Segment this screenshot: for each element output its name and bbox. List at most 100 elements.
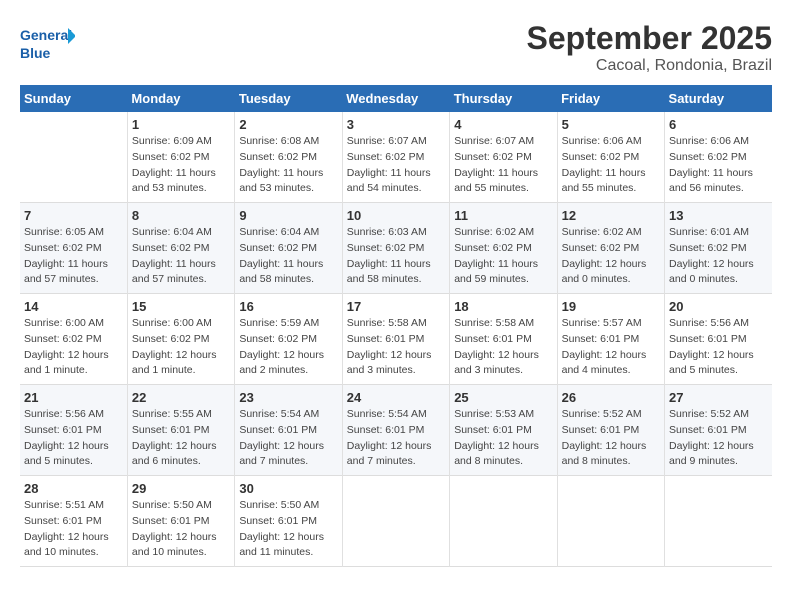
calendar-cell-w3-d0: 14 Sunrise: 6:00 AM Sunset: 6:02 PM Dayl… [20, 294, 127, 385]
calendar-cell-w3-d6: 20 Sunrise: 5:56 AM Sunset: 6:01 PM Dayl… [665, 294, 772, 385]
calendar-cell-w5-d5 [557, 476, 664, 567]
calendar-cell-w2-d1: 8 Sunrise: 6:04 AM Sunset: 6:02 PM Dayli… [127, 203, 234, 294]
header-wednesday: Wednesday [342, 85, 449, 112]
day-number: 26 [562, 390, 660, 405]
day-info: Sunrise: 6:02 AM Sunset: 6:02 PM Dayligh… [562, 225, 660, 288]
page-header: General Blue September 2025 Cacoal, Rond… [20, 20, 772, 75]
day-info: Sunrise: 6:00 AM Sunset: 6:02 PM Dayligh… [132, 316, 230, 379]
calendar-cell-w4-d3: 24 Sunrise: 5:54 AM Sunset: 6:01 PM Dayl… [342, 385, 449, 476]
header-monday: Monday [127, 85, 234, 112]
header-friday: Friday [557, 85, 664, 112]
day-info: Sunrise: 6:00 AM Sunset: 6:02 PM Dayligh… [24, 316, 123, 379]
calendar-cell-w2-d5: 12 Sunrise: 6:02 AM Sunset: 6:02 PM Dayl… [557, 203, 664, 294]
day-number: 25 [454, 390, 552, 405]
logo: General Blue [20, 20, 75, 70]
day-number: 29 [132, 481, 230, 496]
day-number: 16 [239, 299, 337, 314]
day-number: 5 [562, 117, 660, 132]
day-number: 3 [347, 117, 445, 132]
day-info: Sunrise: 5:56 AM Sunset: 6:01 PM Dayligh… [669, 316, 768, 379]
day-number: 7 [24, 208, 123, 223]
calendar-cell-w2-d0: 7 Sunrise: 6:05 AM Sunset: 6:02 PM Dayli… [20, 203, 127, 294]
calendar-cell-w4-d2: 23 Sunrise: 5:54 AM Sunset: 6:01 PM Dayl… [235, 385, 342, 476]
day-number: 19 [562, 299, 660, 314]
day-info: Sunrise: 5:51 AM Sunset: 6:01 PM Dayligh… [24, 498, 123, 561]
calendar-cell-w3-d5: 19 Sunrise: 5:57 AM Sunset: 6:01 PM Dayl… [557, 294, 664, 385]
day-info: Sunrise: 5:58 AM Sunset: 6:01 PM Dayligh… [454, 316, 552, 379]
day-number: 6 [669, 117, 768, 132]
day-info: Sunrise: 6:06 AM Sunset: 6:02 PM Dayligh… [562, 134, 660, 197]
calendar-cell-w1-d3: 3 Sunrise: 6:07 AM Sunset: 6:02 PM Dayli… [342, 112, 449, 203]
day-number: 23 [239, 390, 337, 405]
calendar-cell-w3-d1: 15 Sunrise: 6:00 AM Sunset: 6:02 PM Dayl… [127, 294, 234, 385]
calendar-cell-w4-d5: 26 Sunrise: 5:52 AM Sunset: 6:01 PM Dayl… [557, 385, 664, 476]
day-number: 8 [132, 208, 230, 223]
day-number: 20 [669, 299, 768, 314]
calendar-cell-w1-d2: 2 Sunrise: 6:08 AM Sunset: 6:02 PM Dayli… [235, 112, 342, 203]
calendar-cell-w4-d4: 25 Sunrise: 5:53 AM Sunset: 6:01 PM Dayl… [450, 385, 557, 476]
day-number: 17 [347, 299, 445, 314]
day-info: Sunrise: 6:04 AM Sunset: 6:02 PM Dayligh… [239, 225, 337, 288]
day-info: Sunrise: 5:52 AM Sunset: 6:01 PM Dayligh… [669, 407, 768, 470]
header-saturday: Saturday [665, 85, 772, 112]
calendar-table: Sunday Monday Tuesday Wednesday Thursday… [20, 85, 772, 567]
calendar-cell-w5-d0: 28 Sunrise: 5:51 AM Sunset: 6:01 PM Dayl… [20, 476, 127, 567]
day-info: Sunrise: 5:54 AM Sunset: 6:01 PM Dayligh… [239, 407, 337, 470]
day-number: 27 [669, 390, 768, 405]
day-number: 10 [347, 208, 445, 223]
calendar-cell-w3-d4: 18 Sunrise: 5:58 AM Sunset: 6:01 PM Dayl… [450, 294, 557, 385]
day-info: Sunrise: 5:59 AM Sunset: 6:02 PM Dayligh… [239, 316, 337, 379]
calendar-cell-w4-d6: 27 Sunrise: 5:52 AM Sunset: 6:01 PM Dayl… [665, 385, 772, 476]
day-number: 2 [239, 117, 337, 132]
calendar-cell-w4-d1: 22 Sunrise: 5:55 AM Sunset: 6:01 PM Dayl… [127, 385, 234, 476]
day-number: 15 [132, 299, 230, 314]
day-info: Sunrise: 5:53 AM Sunset: 6:01 PM Dayligh… [454, 407, 552, 470]
week-row-2: 7 Sunrise: 6:05 AM Sunset: 6:02 PM Dayli… [20, 203, 772, 294]
day-info: Sunrise: 5:50 AM Sunset: 6:01 PM Dayligh… [239, 498, 337, 561]
title-block: September 2025 Cacoal, Rondonia, Brazil [527, 20, 772, 75]
day-info: Sunrise: 6:05 AM Sunset: 6:02 PM Dayligh… [24, 225, 123, 288]
page-subtitle: Cacoal, Rondonia, Brazil [527, 57, 772, 75]
day-number: 21 [24, 390, 123, 405]
calendar-cell-w1-d5: 5 Sunrise: 6:06 AM Sunset: 6:02 PM Dayli… [557, 112, 664, 203]
week-row-4: 21 Sunrise: 5:56 AM Sunset: 6:01 PM Dayl… [20, 385, 772, 476]
week-row-5: 28 Sunrise: 5:51 AM Sunset: 6:01 PM Dayl… [20, 476, 772, 567]
day-info: Sunrise: 5:56 AM Sunset: 6:01 PM Dayligh… [24, 407, 123, 470]
header-thursday: Thursday [450, 85, 557, 112]
day-info: Sunrise: 6:01 AM Sunset: 6:02 PM Dayligh… [669, 225, 768, 288]
day-number: 18 [454, 299, 552, 314]
calendar-cell-w5-d2: 30 Sunrise: 5:50 AM Sunset: 6:01 PM Dayl… [235, 476, 342, 567]
calendar-cell-w3-d2: 16 Sunrise: 5:59 AM Sunset: 6:02 PM Dayl… [235, 294, 342, 385]
calendar-cell-w5-d3 [342, 476, 449, 567]
calendar-cell-w1-d0 [20, 112, 127, 203]
day-info: Sunrise: 6:03 AM Sunset: 6:02 PM Dayligh… [347, 225, 445, 288]
calendar-cell-w1-d6: 6 Sunrise: 6:06 AM Sunset: 6:02 PM Dayli… [665, 112, 772, 203]
day-number: 14 [24, 299, 123, 314]
day-info: Sunrise: 6:07 AM Sunset: 6:02 PM Dayligh… [347, 134, 445, 197]
header-tuesday: Tuesday [235, 85, 342, 112]
calendar-cell-w5-d6 [665, 476, 772, 567]
day-number: 4 [454, 117, 552, 132]
calendar-cell-w5-d1: 29 Sunrise: 5:50 AM Sunset: 6:01 PM Dayl… [127, 476, 234, 567]
day-info: Sunrise: 5:57 AM Sunset: 6:01 PM Dayligh… [562, 316, 660, 379]
day-info: Sunrise: 5:54 AM Sunset: 6:01 PM Dayligh… [347, 407, 445, 470]
calendar-cell-w2-d4: 11 Sunrise: 6:02 AM Sunset: 6:02 PM Dayl… [450, 203, 557, 294]
day-info: Sunrise: 6:09 AM Sunset: 6:02 PM Dayligh… [132, 134, 230, 197]
week-row-3: 14 Sunrise: 6:00 AM Sunset: 6:02 PM Dayl… [20, 294, 772, 385]
calendar-cell-w2-d2: 9 Sunrise: 6:04 AM Sunset: 6:02 PM Dayli… [235, 203, 342, 294]
weekday-header-row: Sunday Monday Tuesday Wednesday Thursday… [20, 85, 772, 112]
header-sunday: Sunday [20, 85, 127, 112]
day-number: 28 [24, 481, 123, 496]
day-info: Sunrise: 6:08 AM Sunset: 6:02 PM Dayligh… [239, 134, 337, 197]
page-title: September 2025 [527, 20, 772, 57]
day-info: Sunrise: 5:52 AM Sunset: 6:01 PM Dayligh… [562, 407, 660, 470]
day-info: Sunrise: 5:58 AM Sunset: 6:01 PM Dayligh… [347, 316, 445, 379]
day-number: 11 [454, 208, 552, 223]
day-info: Sunrise: 5:55 AM Sunset: 6:01 PM Dayligh… [132, 407, 230, 470]
day-number: 9 [239, 208, 337, 223]
day-info: Sunrise: 6:07 AM Sunset: 6:02 PM Dayligh… [454, 134, 552, 197]
calendar-cell-w1-d4: 4 Sunrise: 6:07 AM Sunset: 6:02 PM Dayli… [450, 112, 557, 203]
calendar-cell-w3-d3: 17 Sunrise: 5:58 AM Sunset: 6:01 PM Dayl… [342, 294, 449, 385]
day-number: 22 [132, 390, 230, 405]
calendar-cell-w1-d1: 1 Sunrise: 6:09 AM Sunset: 6:02 PM Dayli… [127, 112, 234, 203]
